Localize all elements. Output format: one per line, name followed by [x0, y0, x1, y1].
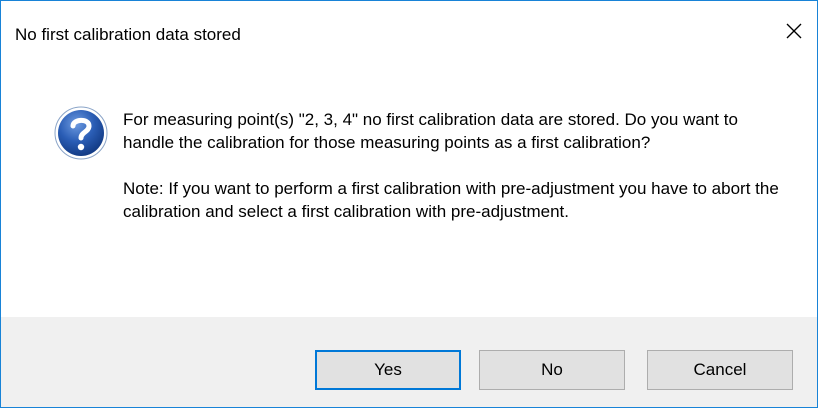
close-button[interactable] [771, 9, 817, 53]
cancel-button[interactable]: Cancel [647, 350, 793, 390]
dialog-content: For measuring point(s) "2, 3, 4" no firs… [1, 59, 817, 317]
button-bar: Yes No Cancel [1, 317, 817, 407]
question-icon [53, 105, 109, 161]
dialog-window: No first calibration data stored For mea… [0, 0, 818, 408]
close-icon [786, 23, 802, 39]
message-question: For measuring point(s) "2, 3, 4" no firs… [123, 110, 743, 152]
message-note: Note: If you want to perform a first cal… [123, 179, 784, 221]
no-button[interactable]: No [479, 350, 625, 390]
dialog-title: No first calibration data stored [15, 25, 241, 44]
message-text: For measuring point(s) "2, 3, 4" no firs… [123, 108, 783, 223]
title-bar: No first calibration data stored [1, 1, 817, 59]
yes-button[interactable]: Yes [315, 350, 461, 390]
